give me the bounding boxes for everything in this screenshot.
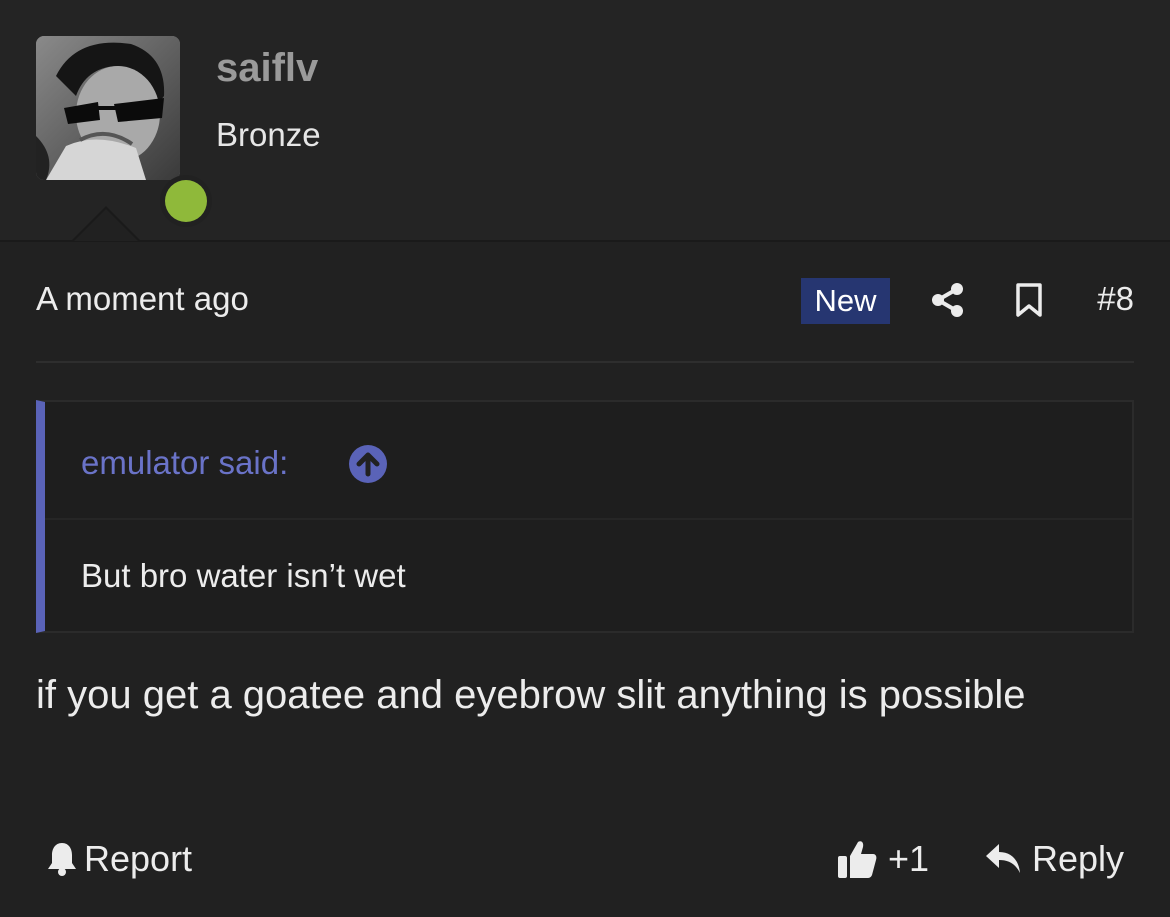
report-button[interactable]: Report [46, 838, 192, 880]
reply-button[interactable]: Reply [984, 838, 1124, 880]
quote-text: But bro water isn’t wet [81, 557, 406, 594]
report-label: Report [84, 838, 193, 879]
thumbs-up-icon [838, 841, 877, 878]
reply-label: Reply [1032, 838, 1125, 879]
new-badge: New [801, 278, 890, 324]
post-author-header: saiflv Bronze [0, 0, 1170, 242]
quote-author-label[interactable]: emulator said: [81, 444, 288, 482]
share-icon[interactable] [930, 282, 966, 318]
online-status-indicator [160, 175, 212, 227]
like-button[interactable]: +1 [836, 838, 929, 880]
reply-arrow-icon [986, 844, 1020, 873]
avatar[interactable] [36, 36, 180, 180]
header-caret-inner [74, 209, 138, 241]
quote-header: emulator said: [45, 402, 1132, 520]
bell-icon [48, 843, 76, 876]
online-dot [165, 180, 207, 222]
user-rank-title: Bronze [216, 116, 321, 153]
arrow-up-circle-icon[interactable] [348, 444, 388, 484]
like-count: +1 [888, 838, 930, 879]
username[interactable]: saiflv [216, 46, 318, 91]
quote-block: emulator said: But bro water isn’t wet [36, 400, 1134, 633]
post: saiflv Bronze A moment ago New #8 emulat… [0, 0, 1170, 917]
post-timestamp[interactable]: A moment ago [36, 280, 249, 318]
avatar-image [36, 36, 180, 180]
post-message: if you get a goatee and eyebrow slit any… [36, 673, 1026, 717]
post-meta-row: A moment ago New #8 [36, 270, 1134, 332]
meta-divider [36, 361, 1134, 363]
bookmark-icon[interactable] [1014, 282, 1044, 318]
avatar-container[interactable] [36, 36, 212, 227]
post-number[interactable]: #8 [1097, 280, 1134, 318]
